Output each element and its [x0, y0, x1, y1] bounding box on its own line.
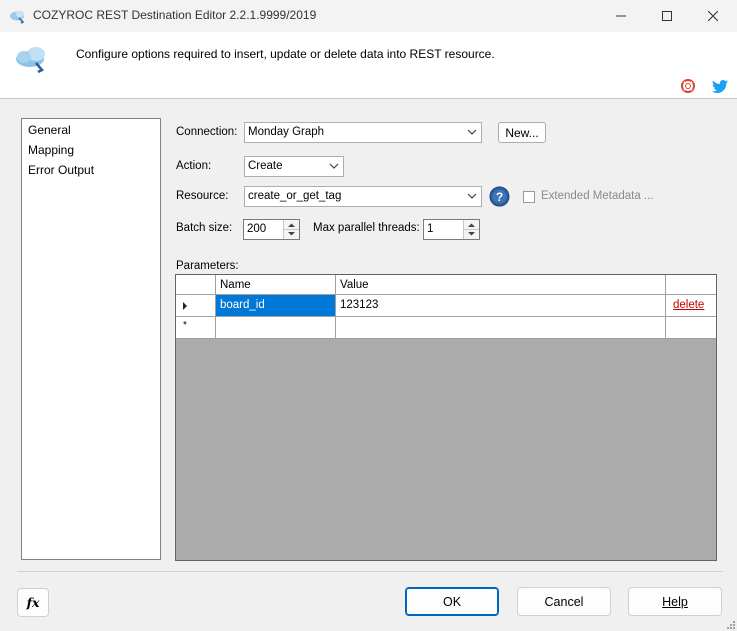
connection-value: Monday Graph [248, 126, 325, 138]
batch-size-stepper[interactable]: 200 [243, 219, 300, 240]
svg-text:?: ? [496, 190, 503, 204]
parameters-grid[interactable]: Name Value board_id 123123 delete * [175, 274, 717, 561]
spin-buttons[interactable] [283, 220, 299, 239]
max-threads-value: 1 [427, 223, 434, 235]
header-panel [0, 32, 737, 98]
new-row-action-cell [666, 317, 716, 339]
help-icon[interactable]: ? [489, 186, 510, 207]
resource-label: Resource: [176, 190, 229, 202]
resource-value: create_or_get_tag [248, 190, 342, 202]
window-title: COZYROC REST Destination Editor 2.2.1.99… [33, 8, 317, 22]
twitter-icon[interactable] [712, 80, 728, 93]
action-label: Action: [176, 160, 212, 172]
header-description: Configure options required to insert, up… [76, 47, 495, 61]
ok-button[interactable]: OK [405, 587, 499, 616]
page-list: General Mapping Error Output [21, 118, 161, 560]
spin-buttons[interactable] [463, 220, 479, 239]
new-row-header[interactable]: * [176, 317, 216, 339]
resize-grip-icon[interactable] [726, 620, 736, 630]
minimize-icon [616, 15, 626, 17]
connection-label: Connection: [176, 126, 238, 138]
max-threads-stepper[interactable]: 1 [423, 219, 480, 240]
new-row-value-cell[interactable] [336, 317, 666, 339]
table-cell-value[interactable]: 123123 [336, 295, 666, 317]
action-select[interactable]: Create [244, 156, 344, 177]
sidebar-item-general[interactable]: General [28, 123, 71, 137]
resource-select[interactable]: create_or_get_tag [244, 186, 482, 207]
app-cloud-icon [10, 10, 25, 24]
sidebar-item-mapping[interactable]: Mapping [28, 143, 74, 157]
close-button[interactable] [690, 0, 736, 32]
extended-metadata-label: Extended Metadata ... [541, 190, 654, 202]
cloud-icon [16, 47, 45, 74]
footer-divider [17, 571, 723, 572]
lifebuoy-icon[interactable] [681, 79, 695, 93]
max-threads-label: Max parallel threads: [313, 222, 420, 234]
delete-link-cell[interactable]: delete [666, 295, 716, 317]
new-connection-button[interactable]: New... [498, 122, 546, 143]
expression-button[interactable]: fx [17, 588, 49, 617]
parameters-label: Parameters: [176, 260, 239, 272]
minimize-button[interactable] [598, 0, 644, 32]
new-row-marker: * [183, 320, 187, 331]
spin-arrows-icon [284, 223, 299, 236]
help-button[interactable]: Help [628, 587, 722, 616]
spin-arrows-icon [464, 223, 479, 236]
header-divider [0, 98, 737, 99]
maximize-button[interactable] [644, 0, 690, 32]
table-cell-name[interactable]: board_id [216, 295, 336, 317]
column-header-action [666, 275, 716, 295]
column-header-name[interactable]: Name [216, 275, 336, 295]
column-header-value[interactable]: Value [336, 275, 666, 295]
maximize-icon [662, 11, 672, 21]
sidebar-item-error-output[interactable]: Error Output [28, 163, 94, 177]
current-row-icon [183, 302, 187, 310]
batch-size-value: 200 [247, 223, 267, 235]
row-header[interactable] [176, 295, 216, 317]
grid-corner-header [176, 275, 216, 295]
delete-link[interactable]: delete [673, 299, 704, 311]
cancel-button[interactable]: Cancel [517, 587, 611, 616]
batch-size-label: Batch size: [176, 222, 233, 234]
chevron-down-icon [329, 163, 339, 169]
close-icon [708, 11, 718, 21]
extended-metadata-checkbox[interactable] [523, 191, 535, 203]
chevron-down-icon [467, 129, 477, 135]
connection-select[interactable]: Monday Graph [244, 122, 482, 143]
chevron-down-icon [467, 193, 477, 199]
action-value: Create [248, 160, 283, 172]
new-row-name-cell[interactable] [216, 317, 336, 339]
